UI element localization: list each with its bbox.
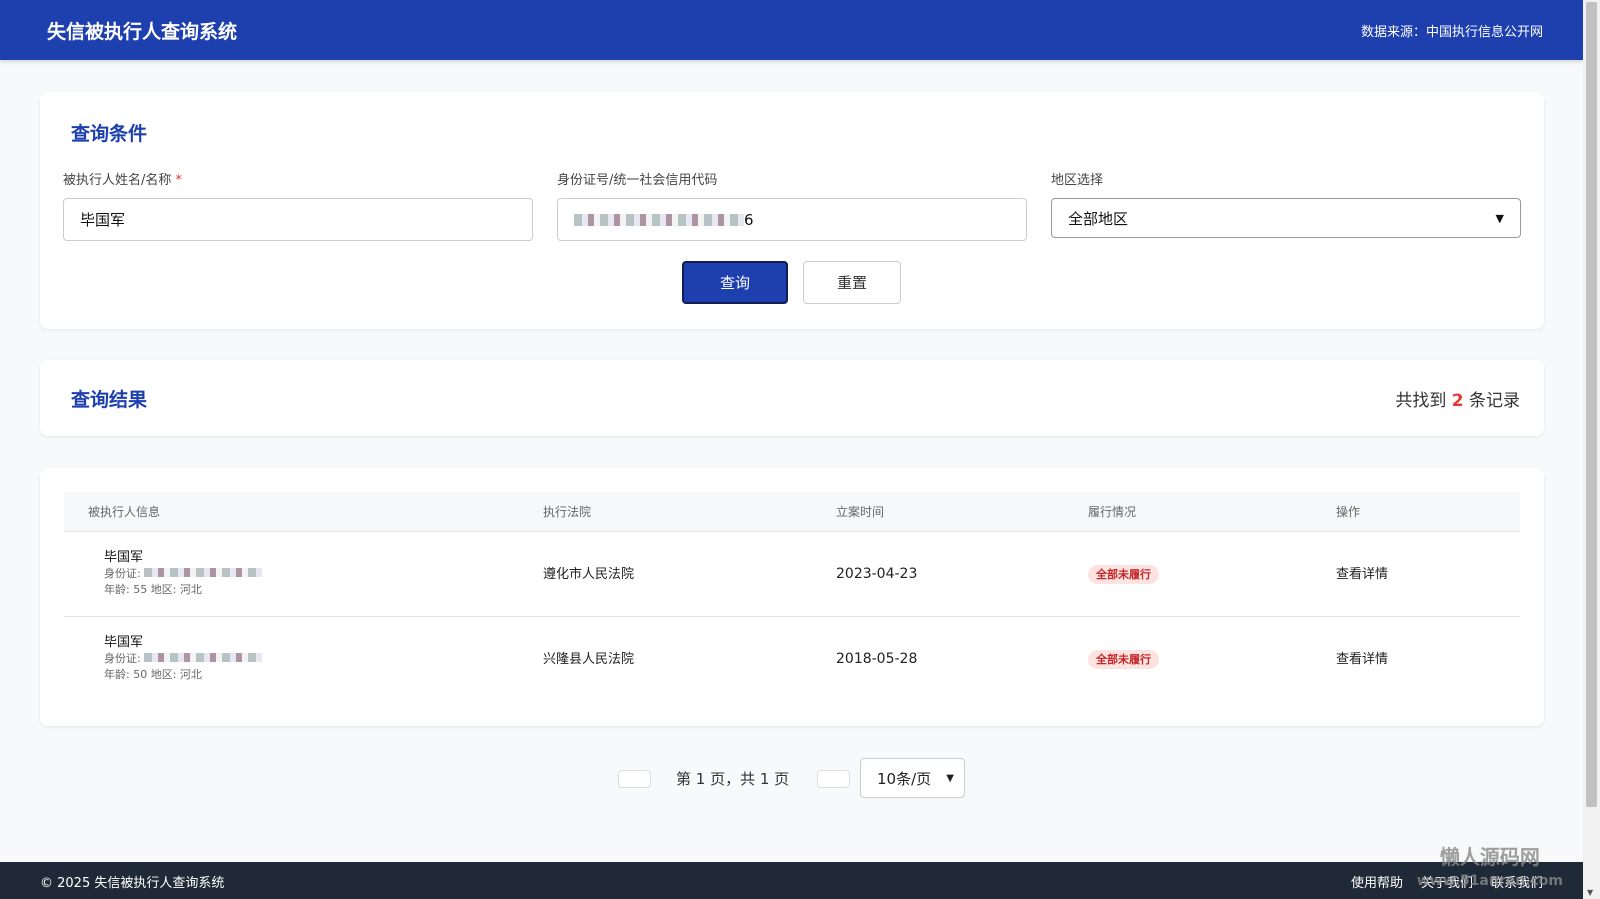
id-label: 身份证号/统一社会信用代码 bbox=[557, 173, 718, 188]
court: 遵化市人民法院 bbox=[543, 567, 635, 582]
result-count: 共找到 2 条记录 bbox=[1395, 386, 1520, 411]
scroll-down-icon[interactable]: ▼ bbox=[1587, 888, 1593, 897]
table-row: 毕国军 身份证: 年龄: 50 地区: 河北 兴隆县人民法院 2018-05-2… bbox=[64, 617, 1520, 702]
table-header: 被执行人信息 执行法院 立案时间 履行情况 操作 bbox=[64, 492, 1520, 532]
col-court: 执行法院 bbox=[543, 505, 592, 519]
query-button[interactable]: 查询 bbox=[682, 261, 788, 304]
copyright: © 2025 失信被执行人查询系统 bbox=[40, 876, 225, 891]
search-title: 查询条件 bbox=[71, 123, 148, 145]
page-info: 第 1 页，共 1 页 bbox=[676, 770, 790, 788]
region-field: 地区选择 全部地区 ▼ bbox=[1051, 169, 1521, 238]
search-card: 查询条件 被执行人姓名/名称 * 毕国军 身份证号/统一社会信用代码 6 地区选… bbox=[40, 92, 1544, 329]
count-suffix: 条记录 bbox=[1469, 391, 1520, 411]
page-size-value: 10条/页 bbox=[877, 769, 932, 788]
name-field: 被执行人姓名/名称 * 毕国军 bbox=[63, 169, 533, 241]
name-input[interactable]: 毕国军 bbox=[63, 198, 533, 241]
watermark-url: www.51anren.com bbox=[1416, 873, 1563, 889]
table-row: 毕国军 身份证: 年龄: 55 地区: 河北 遵化市人民法院 2023-04-2… bbox=[64, 532, 1520, 617]
app-title: 失信被执行人查询系统 bbox=[47, 20, 238, 43]
scrollbar[interactable]: ▼ bbox=[1583, 0, 1600, 899]
name-value: 毕国军 bbox=[80, 211, 126, 229]
count-number: 2 bbox=[1451, 391, 1464, 411]
person-name: 毕国军 bbox=[104, 550, 144, 565]
scrollbar-thumb[interactable] bbox=[1586, 2, 1597, 807]
help-link[interactable]: 使用帮助 bbox=[1351, 872, 1403, 891]
id-field: 身份证号/统一社会信用代码 6 bbox=[557, 169, 1027, 241]
id-tail: 6 bbox=[744, 210, 754, 229]
col-status: 履行情况 bbox=[1088, 505, 1137, 519]
col-info: 被执行人信息 bbox=[88, 505, 161, 519]
filing-date: 2023-04-23 bbox=[836, 566, 918, 582]
data-source: 数据来源：中国执行信息公开网 bbox=[1360, 24, 1543, 40]
chevron-down-icon: ▼ bbox=[1495, 211, 1504, 225]
col-date: 立案时间 bbox=[836, 505, 885, 519]
region-select[interactable]: 全部地区 ▼ bbox=[1051, 198, 1521, 238]
required-mark: * bbox=[175, 173, 183, 188]
status-badge: 全部未履行 bbox=[1088, 650, 1159, 669]
prev-page-button[interactable] bbox=[618, 770, 651, 788]
page-size-select[interactable]: 10条/页 ▼ bbox=[860, 758, 965, 798]
id-input[interactable]: 6 bbox=[557, 198, 1027, 241]
filing-date: 2018-05-28 bbox=[836, 651, 918, 667]
footer: © 2025 失信被执行人查询系统 使用帮助 关于我们 联系我们 bbox=[0, 862, 1583, 899]
view-details-link[interactable]: 查看详情 bbox=[1336, 617, 1388, 702]
reset-button[interactable]: 重置 bbox=[803, 261, 901, 304]
name-label: 被执行人姓名/名称 bbox=[63, 173, 172, 188]
results-table: 被执行人信息 执行法院 立案时间 履行情况 操作 毕国军 身份证: 年龄: 55… bbox=[40, 468, 1544, 726]
pagination: 第 1 页，共 1 页 10条/页 ▼ bbox=[0, 758, 1583, 798]
person-meta: 年龄: 50 地区: 河北 bbox=[104, 668, 202, 681]
app-header: 失信被执行人查询系统 数据来源：中国执行信息公开网 bbox=[0, 0, 1583, 60]
id-prefix: 身份证: bbox=[104, 567, 141, 580]
results-header-card: 查询结果 共找到 2 条记录 bbox=[40, 360, 1544, 436]
chevron-down-icon: ▼ bbox=[946, 772, 954, 784]
results-title: 查询结果 bbox=[71, 389, 148, 411]
redacted-id bbox=[574, 213, 744, 226]
col-action: 操作 bbox=[1336, 505, 1361, 519]
next-page-button[interactable] bbox=[817, 770, 850, 788]
redacted-id bbox=[144, 568, 263, 577]
id-prefix: 身份证: bbox=[104, 652, 141, 665]
person-name: 毕国军 bbox=[104, 635, 144, 650]
view-details-link[interactable]: 查看详情 bbox=[1336, 532, 1388, 617]
person-info: 毕国军 身份证: 年龄: 55 地区: 河北 bbox=[104, 550, 263, 598]
person-info: 毕国军 身份证: 年龄: 50 地区: 河北 bbox=[104, 635, 263, 683]
region-label: 地区选择 bbox=[1051, 173, 1104, 188]
status-badge: 全部未履行 bbox=[1088, 565, 1159, 584]
region-value: 全部地区 bbox=[1068, 209, 1129, 228]
redacted-id bbox=[144, 653, 263, 662]
watermark-name: 懒人源码网 bbox=[1439, 845, 1540, 869]
person-meta: 年龄: 55 地区: 河北 bbox=[104, 583, 202, 596]
count-prefix: 共找到 bbox=[1395, 391, 1447, 411]
page: 失信被执行人查询系统 数据来源：中国执行信息公开网 查询条件 被执行人姓名/名称… bbox=[0, 0, 1583, 899]
court: 兴隆县人民法院 bbox=[543, 652, 635, 667]
watermark: 懒人源码网 www.51anren.com bbox=[1417, 845, 1563, 893]
